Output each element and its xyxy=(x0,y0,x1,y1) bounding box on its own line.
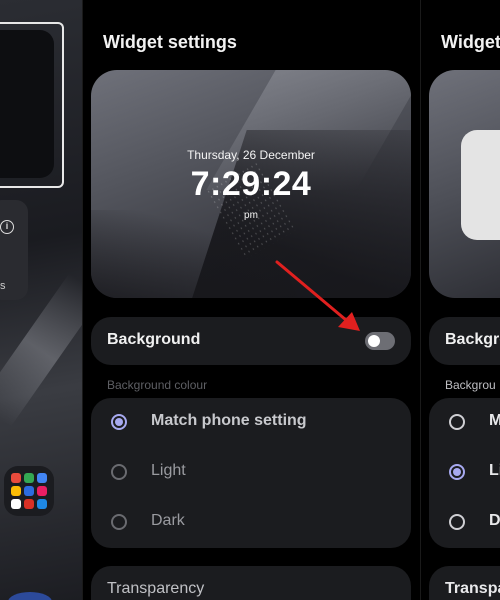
option-label: Match phone setting xyxy=(151,412,307,429)
widget-selection-frame[interactable] xyxy=(0,22,64,188)
page-title: Widget xyxy=(441,32,500,52)
previous-screen-strip: i s xyxy=(0,0,82,600)
transparency-label: Transparency xyxy=(107,580,205,597)
transparency-setting-row[interactable]: Transpa xyxy=(429,566,500,600)
background-colour-options: Match phone setting Light Dark xyxy=(91,398,411,548)
option-label: Dark xyxy=(151,512,185,529)
background-label: Background xyxy=(107,331,201,348)
radio-button[interactable] xyxy=(449,514,465,530)
widget-preview: Thursday, 26 December 7:29:24 pm xyxy=(91,70,411,298)
toggle-knob xyxy=(368,335,380,347)
option-match-phone-setting[interactable]: M xyxy=(429,398,500,446)
transparency-setting-row[interactable]: Transparency xyxy=(91,566,411,600)
radio-button-selected[interactable] xyxy=(449,464,465,480)
radio-button[interactable] xyxy=(111,464,127,480)
light-widget-preview xyxy=(461,130,500,240)
background-setting-row[interactable]: Backgro xyxy=(429,317,500,365)
dock-app-icon[interactable] xyxy=(8,592,52,600)
radio-button[interactable] xyxy=(449,414,465,430)
next-screen-strip: Widget Backgro Backgrou M Li D Transpa xyxy=(420,0,500,600)
background-toggle[interactable] xyxy=(365,332,395,350)
transparency-label: Transpa xyxy=(445,580,500,597)
widget-preview xyxy=(429,70,500,298)
background-colour-section-label: Backgrou xyxy=(445,378,496,392)
background-setting-row[interactable]: Background xyxy=(91,317,411,365)
widget-settings-panel: Widget settings Thursday, 26 December 7:… xyxy=(82,0,420,600)
option-label: Li xyxy=(489,462,500,479)
background-colour-section-label: Background colour xyxy=(107,378,208,392)
page-title: Widget settings xyxy=(103,32,237,52)
option-dark[interactable]: D xyxy=(429,498,500,546)
radio-button-selected[interactable] xyxy=(111,414,127,430)
widget-time: 7:29:24 xyxy=(190,165,312,203)
option-light[interactable]: Li xyxy=(429,448,500,496)
option-light[interactable]: Light xyxy=(91,448,411,496)
widget-date: Thursday, 26 December xyxy=(187,148,315,162)
background-label: Backgro xyxy=(445,331,500,348)
widget-ampm: pm xyxy=(244,210,258,221)
radio-button[interactable] xyxy=(111,514,127,530)
option-match-phone-setting[interactable]: Match phone setting xyxy=(91,398,411,446)
option-label: Light xyxy=(151,462,186,479)
info-icon[interactable]: i xyxy=(0,220,14,234)
app-folder-icon[interactable] xyxy=(4,466,54,516)
partial-label: s xyxy=(0,280,6,292)
background-colour-options: M Li D xyxy=(429,398,500,548)
option-label: D xyxy=(489,512,500,529)
option-label: M xyxy=(489,412,500,430)
option-dark[interactable]: Dark xyxy=(91,498,411,546)
